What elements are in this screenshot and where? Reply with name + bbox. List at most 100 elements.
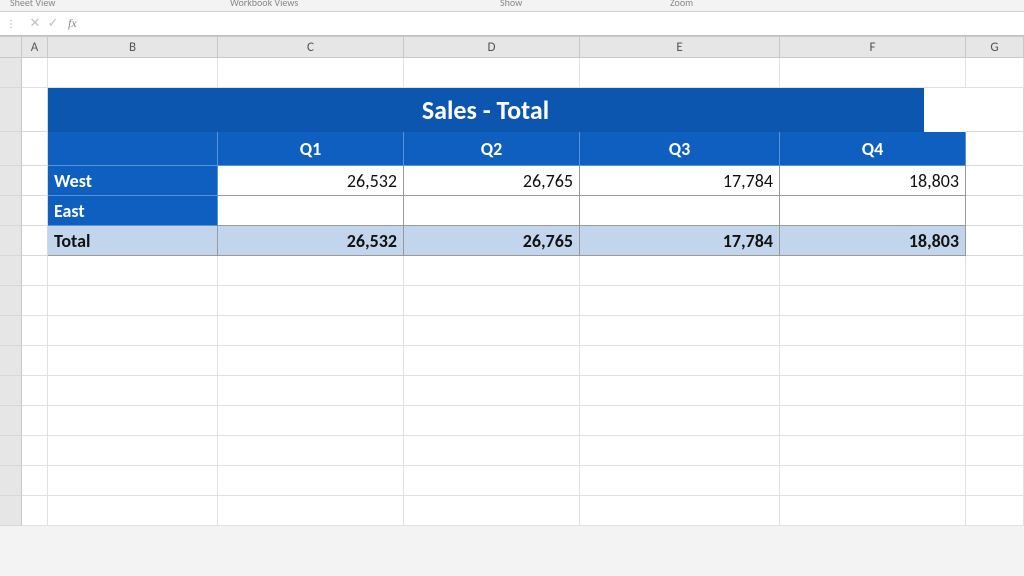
cell[interactable] — [22, 496, 48, 526]
spreadsheet-grid[interactable]: Sales - Total Q1 Q2 Q3 Q4 West 26,532 26… — [0, 58, 1024, 526]
cell-total-q2[interactable]: 26,765 — [404, 226, 580, 256]
cell[interactable] — [966, 316, 1024, 346]
cell[interactable] — [22, 436, 48, 466]
cell-west-q4[interactable]: 18,803 — [780, 166, 966, 196]
cell[interactable] — [218, 316, 404, 346]
cell[interactable] — [580, 316, 780, 346]
formula-expand-icon[interactable]: ⋮ — [4, 17, 18, 31]
row-label-west[interactable]: West — [48, 166, 218, 196]
cell[interactable] — [780, 316, 966, 346]
col-header-c[interactable]: C — [218, 37, 404, 57]
row-header[interactable] — [0, 166, 22, 196]
row-header[interactable] — [0, 88, 22, 132]
row-label-total[interactable]: Total — [48, 226, 218, 256]
col-header-d[interactable]: D — [404, 37, 580, 57]
cell[interactable] — [404, 436, 580, 466]
cell[interactable] — [22, 226, 48, 256]
cell[interactable] — [218, 436, 404, 466]
cell[interactable] — [966, 496, 1024, 526]
cell-total-q3[interactable]: 17,784 — [580, 226, 780, 256]
cell[interactable] — [218, 496, 404, 526]
row-header[interactable] — [0, 316, 22, 346]
cell[interactable] — [22, 346, 48, 376]
cell[interactable] — [404, 346, 580, 376]
cell[interactable] — [580, 466, 780, 496]
row-label-east[interactable]: East — [48, 196, 218, 226]
col-header-f[interactable]: F — [780, 37, 966, 57]
cell[interactable] — [580, 256, 780, 286]
cell[interactable] — [22, 256, 48, 286]
cell[interactable] — [580, 376, 780, 406]
fx-label[interactable]: fx — [68, 16, 77, 31]
col-header-q4[interactable]: Q4 — [780, 132, 966, 166]
table-header-blank[interactable] — [48, 132, 218, 166]
cell-east-q3[interactable] — [580, 196, 780, 226]
cell[interactable] — [580, 286, 780, 316]
cell[interactable] — [966, 58, 1024, 88]
cell[interactable] — [22, 316, 48, 346]
cell[interactable] — [404, 316, 580, 346]
cell[interactable] — [404, 58, 580, 88]
cell[interactable] — [22, 196, 48, 226]
cell[interactable] — [48, 496, 218, 526]
cell[interactable] — [48, 376, 218, 406]
cell[interactable] — [966, 286, 1024, 316]
cell[interactable] — [966, 376, 1024, 406]
cell[interactable] — [404, 256, 580, 286]
cell[interactable] — [580, 346, 780, 376]
cell[interactable] — [780, 256, 966, 286]
cell[interactable] — [218, 256, 404, 286]
row-header[interactable] — [0, 256, 22, 286]
row-header[interactable] — [0, 226, 22, 256]
cell[interactable] — [48, 256, 218, 286]
col-header-q1[interactable]: Q1 — [218, 132, 404, 166]
row-header[interactable] — [0, 132, 22, 166]
cell[interactable] — [780, 376, 966, 406]
row-header[interactable] — [0, 406, 22, 436]
row-header[interactable] — [0, 496, 22, 526]
cell[interactable] — [218, 406, 404, 436]
cell[interactable] — [404, 466, 580, 496]
cell[interactable] — [580, 496, 780, 526]
cell[interactable] — [966, 226, 1024, 256]
cell-west-q3[interactable]: 17,784 — [580, 166, 780, 196]
cell-total-q1[interactable]: 26,532 — [218, 226, 404, 256]
cell-west-q1[interactable]: 26,532 — [218, 166, 404, 196]
cell[interactable] — [780, 496, 966, 526]
cell[interactable] — [966, 436, 1024, 466]
cell[interactable] — [48, 286, 218, 316]
cell[interactable] — [404, 496, 580, 526]
cell[interactable] — [966, 256, 1024, 286]
col-header-q2[interactable]: Q2 — [404, 132, 580, 166]
cell-total-q4[interactable]: 18,803 — [780, 226, 966, 256]
cell[interactable] — [48, 466, 218, 496]
col-header-a[interactable]: A — [22, 37, 48, 57]
cell[interactable] — [218, 376, 404, 406]
row-header[interactable] — [0, 376, 22, 406]
cell[interactable] — [48, 316, 218, 346]
cell[interactable] — [22, 58, 48, 88]
cell[interactable] — [22, 166, 48, 196]
cell[interactable] — [48, 406, 218, 436]
cell[interactable] — [966, 196, 1024, 226]
col-header-e[interactable]: E — [580, 37, 780, 57]
select-all-corner[interactable] — [0, 37, 22, 57]
row-header[interactable] — [0, 196, 22, 226]
row-header[interactable] — [0, 436, 22, 466]
cell[interactable] — [780, 286, 966, 316]
cell[interactable] — [48, 58, 218, 88]
cell[interactable] — [22, 286, 48, 316]
cell[interactable] — [404, 286, 580, 316]
cell[interactable] — [780, 346, 966, 376]
cell[interactable] — [780, 406, 966, 436]
cell[interactable] — [966, 406, 1024, 436]
cell[interactable] — [48, 346, 218, 376]
cell[interactable] — [780, 58, 966, 88]
col-header-q3[interactable]: Q3 — [580, 132, 780, 166]
row-header[interactable] — [0, 286, 22, 316]
cell[interactable] — [780, 466, 966, 496]
cell[interactable] — [580, 406, 780, 436]
formula-enter-button[interactable]: ✓ — [44, 16, 62, 31]
cell[interactable] — [22, 88, 48, 132]
cell[interactable] — [48, 436, 218, 466]
